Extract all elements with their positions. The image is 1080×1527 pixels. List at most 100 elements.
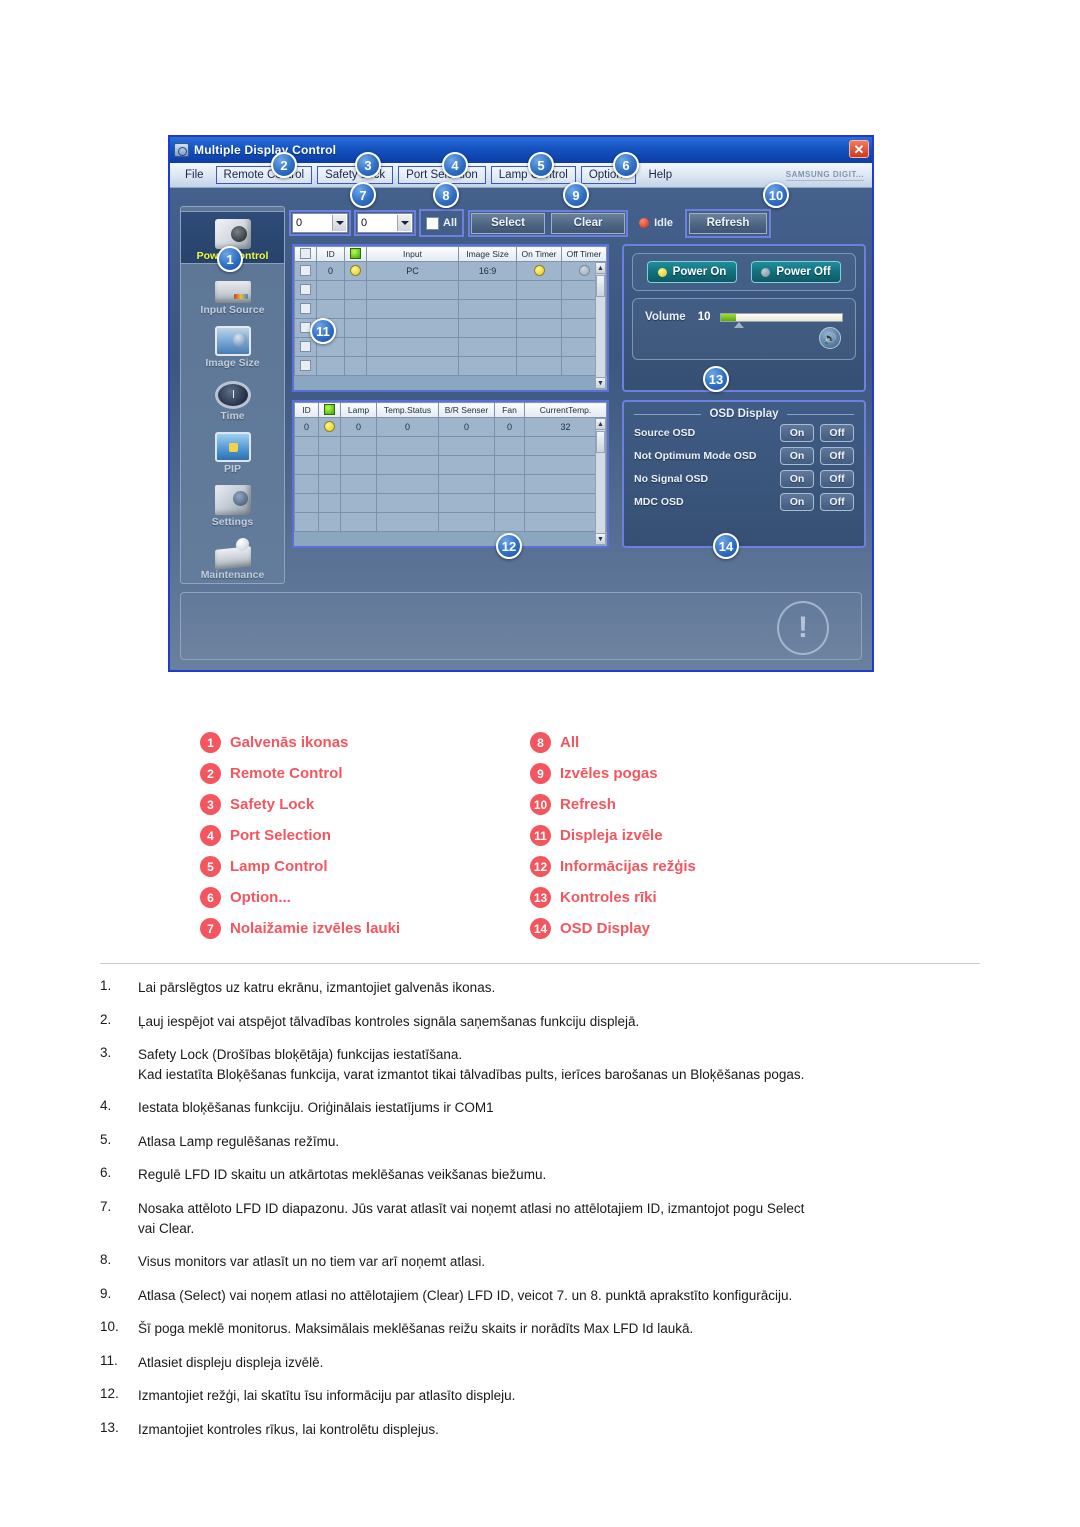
power-off-button[interactable]: Power Off	[751, 261, 841, 283]
table-row[interactable]	[294, 455, 607, 475]
legend-item: 7 Nolaižamie izvēles lauki	[200, 913, 530, 944]
select-button[interactable]: Select	[471, 212, 546, 234]
id-from-dropdown[interactable]: 0	[289, 210, 351, 236]
mdc-osd-off-button[interactable]: Off	[820, 493, 854, 511]
clear-button[interactable]: Clear	[551, 212, 626, 234]
all-checkbox[interactable]	[426, 216, 439, 230]
sidebar-item-label: Image Size	[205, 356, 260, 369]
power-on-led-icon	[657, 267, 667, 277]
osd-label: No Signal OSD	[634, 473, 709, 485]
row-checkbox-cell[interactable]	[294, 356, 317, 376]
table-row[interactable]	[294, 299, 607, 319]
table-row[interactable]	[294, 280, 607, 300]
description-line-1: Nosaka attēloto LFD ID diapazonu. Jūs va…	[138, 1200, 805, 1216]
legend-item: 8 All	[530, 727, 860, 758]
no-signal-osd-off-button[interactable]: Off	[820, 470, 854, 488]
table-row[interactable]	[294, 436, 607, 456]
legend-number: 5	[200, 856, 221, 877]
row-checkbox[interactable]	[300, 264, 311, 276]
description-item: 11. Atlasiet displeju displeja izvēlē.	[100, 1353, 980, 1373]
description-item: 13. Izmantojiet kontroles rīkus, lai kon…	[100, 1420, 980, 1440]
volume-slider[interactable]	[720, 312, 843, 328]
power-on-button[interactable]: Power On	[647, 261, 737, 283]
cell-empty	[376, 512, 439, 532]
menu-item-file[interactable]: File	[178, 167, 211, 183]
info-table-scrollbar[interactable]: ▲ ▼	[595, 418, 606, 545]
scroll-down-icon[interactable]: ▼	[596, 533, 605, 544]
row-checkbox[interactable]	[300, 340, 311, 352]
osd-row-no-signal: No Signal OSD On Off	[634, 470, 854, 488]
source-osd-on-button[interactable]: On	[780, 424, 814, 442]
not-optimum-osd-off-button[interactable]: Off	[820, 447, 854, 465]
cell-empty	[438, 512, 495, 532]
scroll-thumb[interactable]	[596, 431, 605, 453]
menu-item-help[interactable]: Help	[641, 167, 679, 183]
table-row[interactable]: 0 0 0 0 0 32	[294, 417, 607, 437]
scroll-thumb[interactable]	[596, 275, 605, 297]
description-item: 1. Lai pārslēgtos uz katru ekrānu, izman…	[100, 978, 980, 998]
sidebar-item-input-source[interactable]: Input Source	[181, 264, 284, 317]
scroll-down-icon[interactable]: ▼	[596, 377, 605, 388]
scroll-up-icon[interactable]: ▲	[596, 263, 605, 274]
sidebar-item-pip[interactable]: PIP	[181, 423, 284, 476]
osd-row-source: Source OSD On Off	[634, 424, 854, 442]
sidebar-item-time[interactable]: Time	[181, 370, 284, 423]
description-line-2: vai Clear.	[138, 1220, 195, 1236]
description-line-1: Lai pārslēgtos uz katru ekrānu, izmantoj…	[138, 980, 496, 995]
menu-item-remote-control[interactable]: Remote Control	[215, 166, 313, 184]
source-osd-off-button[interactable]: Off	[820, 424, 854, 442]
volume-slider-handle[interactable]	[733, 321, 744, 328]
all-checkbox-group[interactable]: All	[418, 209, 465, 237]
row-checkbox-cell[interactable]	[294, 261, 317, 281]
legend-label: Option...	[230, 889, 291, 906]
row-checkbox[interactable]	[300, 283, 311, 295]
table-row[interactable]: 0 PC 16:9	[294, 261, 607, 281]
callout-5: 5	[528, 152, 554, 178]
cell-empty	[516, 280, 562, 300]
display-table-scrollbar[interactable]: ▲ ▼	[595, 262, 606, 389]
table-row[interactable]	[294, 512, 607, 532]
divider	[786, 413, 854, 415]
off-timer-led-icon	[578, 264, 590, 276]
legend-label: Galvenās ikonas	[230, 734, 349, 751]
speaker-icon[interactable]: 🔊	[819, 327, 841, 349]
legend-number: 2	[200, 763, 221, 784]
description-line-1: Safety Lock (Drošības bloķētāja) funkcij…	[138, 1047, 463, 1063]
scroll-up-icon[interactable]: ▲	[596, 419, 605, 430]
row-checkbox-cell[interactable]	[294, 280, 317, 300]
no-signal-osd-on-button[interactable]: On	[780, 470, 814, 488]
cell-empty	[294, 436, 319, 456]
chevron-down-icon[interactable]	[332, 215, 346, 231]
table-row[interactable]	[294, 337, 607, 357]
not-optimum-osd-on-button[interactable]: On	[780, 447, 814, 465]
id-to-dropdown[interactable]: 0	[354, 210, 416, 236]
row-checkbox[interactable]	[300, 302, 311, 314]
chevron-down-icon[interactable]	[397, 215, 411, 231]
description-line-1: Izmantojiet kontroles rīkus, lai kontrol…	[138, 1421, 439, 1437]
table-row[interactable]	[294, 493, 607, 513]
mdc-osd-on-button[interactable]: On	[780, 493, 814, 511]
table-row[interactable]	[294, 356, 607, 376]
information-grid-table[interactable]: ID Lamp Temp.Status B/R Senser Fan Curre…	[292, 400, 609, 548]
description-text: Regulē LFD ID skaitu un atkārtotas meklē…	[138, 1165, 546, 1185]
table-row[interactable]	[294, 318, 607, 338]
description-item: 5. Atlasa Lamp regulēšanas režīmu.	[100, 1132, 980, 1152]
refresh-button[interactable]: Refresh	[689, 212, 768, 234]
row-checkbox[interactable]	[300, 359, 311, 371]
legend-label: Refresh	[560, 796, 616, 813]
cell-empty	[316, 356, 345, 376]
volume-label: Volume	[645, 311, 686, 323]
sidebar-item-maintenance[interactable]: Maintenance	[181, 529, 284, 582]
sidebar-item-image-size[interactable]: Image Size	[181, 317, 284, 370]
cell-empty	[340, 436, 377, 456]
select-all-checkbox-icon[interactable]	[300, 247, 311, 259]
legend-label: Nolaižamie izvēles lauki	[230, 920, 401, 937]
time-icon	[214, 380, 251, 409]
col-fan: Fan	[494, 402, 525, 418]
row-checkbox-cell[interactable]	[294, 299, 317, 319]
status-header-icon	[324, 403, 335, 415]
table-row[interactable]	[294, 474, 607, 494]
display-selection-table[interactable]: ID Input Image Size On Timer Off Timer 0…	[292, 244, 609, 392]
close-icon[interactable]: ✕	[849, 140, 869, 158]
sidebar-item-settings[interactable]: Settings	[181, 476, 284, 529]
